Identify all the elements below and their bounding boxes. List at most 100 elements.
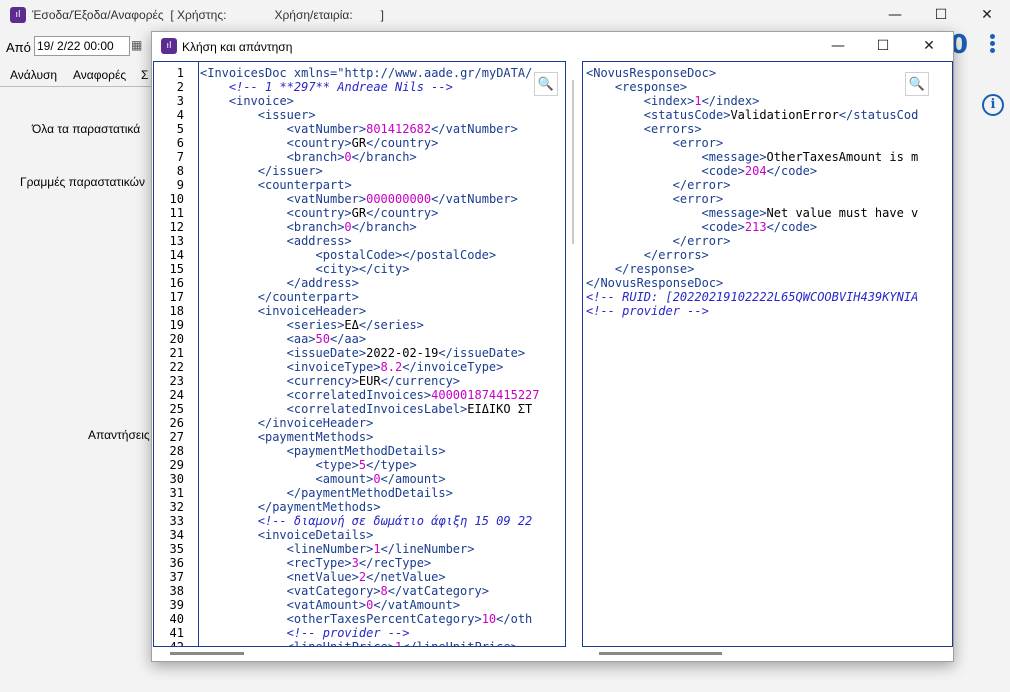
line-number: 23 [169, 374, 184, 388]
line-number: 14 [169, 248, 184, 262]
request-code-line: <invoiceType>8.2</invoiceType> [286, 360, 504, 374]
tab-analysis[interactable]: Ανάλυση [10, 68, 57, 82]
line-number: 6 [176, 136, 184, 150]
line-number: 33 [169, 514, 184, 528]
response-horizontal-scrollbar[interactable] [599, 652, 722, 655]
line-number: 31 [169, 486, 184, 500]
request-code-line: <branch>0</branch> [286, 220, 417, 234]
request-code-line: </paymentMethodDetails> [286, 486, 453, 500]
request-code-line: <invoiceHeader> [257, 304, 367, 318]
line-number: 20 [169, 332, 184, 346]
line-number: 36 [169, 556, 184, 570]
response-code-line: <message>OtherTaxesAmount is m [701, 150, 919, 164]
request-horizontal-scrollbar[interactable] [170, 652, 244, 655]
title-company-label: Χρήση/εταιρία: [274, 8, 353, 22]
request-code-line: </address> [286, 276, 359, 290]
request-code-line: <branch>0</branch> [286, 150, 417, 164]
dialog-title: Κλήση και απάντηση [182, 40, 293, 54]
line-number: 4 [176, 108, 184, 122]
request-code-line: </issuer> [257, 164, 323, 178]
responses-label: Απαντήσεις [88, 428, 150, 442]
response-code-line: <code>213</code> [701, 220, 818, 234]
maximize-button[interactable]: ☐ [918, 0, 964, 30]
response-code-line: <!-- provider --> [586, 304, 709, 318]
request-code-line: <invoiceDetails> [257, 528, 374, 542]
request-code-line: <paymentMethodDetails> [286, 444, 446, 458]
line-number: 30 [169, 472, 184, 486]
request-xml-editor[interactable]: 1 2 3 4 5 6 7 8 9 10 11 12 13 14 15 16 17 18 19 20 21 22 23 24 2… [153, 61, 566, 647]
calendar-icon[interactable]: ▦ [131, 38, 145, 52]
line-number: 11 [169, 206, 184, 220]
request-code-line: <address> [286, 234, 352, 248]
request-code-line: <vatCategory>8</vatCategory> [286, 584, 489, 598]
title-user-label: [ Χρήστης: [170, 8, 227, 22]
dialog-minimize-button[interactable]: — [815, 32, 861, 60]
response-xml-editor[interactable]: <NovusResponseDoc> <response> <index>1</in… [582, 61, 953, 647]
request-response-dialog: ıl Κλήση και απάντηση — ☐ ✕ 1 2 3 4 5 6 7 8 9 10 1… [151, 31, 954, 662]
request-code-line: <correlatedInvoicesLabel>ΕΙΔΙΚΟ ΣΤ [286, 402, 533, 416]
request-code-line: <country>GR</country> [286, 206, 439, 220]
chart-icon: ıl [10, 7, 26, 23]
request-code-line: </counterpart> [257, 290, 359, 304]
line-number: 35 [169, 542, 184, 556]
line-number: 24 [169, 388, 184, 402]
response-code-line: <errors> [643, 122, 702, 136]
dialog-close-button[interactable]: ✕ [906, 32, 952, 60]
response-code-line: <NovusResponseDoc> [586, 66, 717, 80]
request-code-line: <city></city> [315, 262, 410, 276]
line-number: 10 [169, 192, 184, 206]
request-code-line: <vatAmount>0</vatAmount> [286, 598, 461, 612]
response-code-line: </response> [614, 262, 695, 276]
response-code-line: <index>1</index> [643, 94, 760, 108]
dialog-titlebar: ıl Κλήση και απάντηση — ☐ ✕ [152, 32, 953, 60]
kebab-menu-icon[interactable] [986, 32, 998, 56]
request-code-line: </paymentMethods> [257, 500, 381, 514]
request-code-line: <invoice> [228, 94, 294, 108]
request-code-line: <lineNumber>1</lineNumber> [286, 542, 475, 556]
from-label: Από [6, 40, 31, 55]
magnifier-icon[interactable]: 🔍 [534, 72, 558, 96]
line-number: 19 [169, 318, 184, 332]
info-icon[interactable]: i [982, 94, 1004, 116]
close-button[interactable]: ✕ [964, 0, 1010, 30]
line-number: 18 [169, 304, 184, 318]
line-number: 37 [169, 570, 184, 584]
title-bracket: ] [380, 8, 385, 22]
line-number: 39 [169, 598, 184, 612]
tab-reports[interactable]: Αναφορές [73, 68, 126, 82]
pane-splitter[interactable] [572, 80, 574, 244]
request-code-line: <!-- provider --> [286, 626, 410, 640]
request-code-line: <correlatedInvoices>400001874415227 [286, 388, 540, 402]
minimize-button[interactable]: — [872, 0, 918, 30]
request-code-line: <otherTaxesPercentCategory>10</oth [286, 612, 533, 626]
request-code-line: <issuer> [257, 108, 316, 122]
main-window-title: Έσοδα/Έξοδα/Αναφορές [ Χρήστης: Χρήση/ετα… [32, 8, 384, 22]
response-code-line: </error> [672, 234, 731, 248]
request-code-line: <type>5</type> [315, 458, 417, 472]
response-code-line: <response> [614, 80, 688, 94]
request-code-line: <lineUnitPrice>1</lineUnitPrice> [286, 640, 518, 647]
title-app-name: Έσοδα/Έξοδα/Αναφορές [32, 8, 164, 22]
response-code-line: <error> [672, 136, 724, 150]
dialog-maximize-button[interactable]: ☐ [860, 32, 906, 60]
line-number: 9 [176, 178, 184, 192]
response-code-line: <code>204</code> [701, 164, 818, 178]
request-code-line: <counterpart> [257, 178, 352, 192]
request-code-line: <!-- 1 **297** Andreae Nils --> [228, 80, 453, 94]
magnifier-icon[interactable]: 🔍 [905, 72, 929, 96]
request-code-line: <issueDate>2022-02-19</issueDate> [286, 346, 526, 360]
response-code-line: <error> [672, 192, 724, 206]
line-number: 28 [169, 444, 184, 458]
chart-icon: ıl [161, 38, 177, 54]
response-code-line: <statusCode>ValidationError</statusCod [643, 108, 919, 122]
response-code-line: </errors> [643, 248, 709, 262]
request-code-line: <country>GR</country> [286, 136, 439, 150]
from-date-input[interactable]: 19/ 2/22 00:00 [34, 36, 130, 56]
line-number: 34 [169, 528, 184, 542]
tab-other[interactable]: Σ [141, 68, 148, 82]
line-number: 27 [169, 430, 184, 444]
request-code-line: <paymentMethods> [257, 430, 374, 444]
line-number: 42 [169, 640, 184, 647]
request-code-line: <!-- διαμονή σε δωμάτιο άφιξη 15 09 22 [257, 514, 533, 528]
request-code-line: </invoiceHeader> [257, 416, 374, 430]
